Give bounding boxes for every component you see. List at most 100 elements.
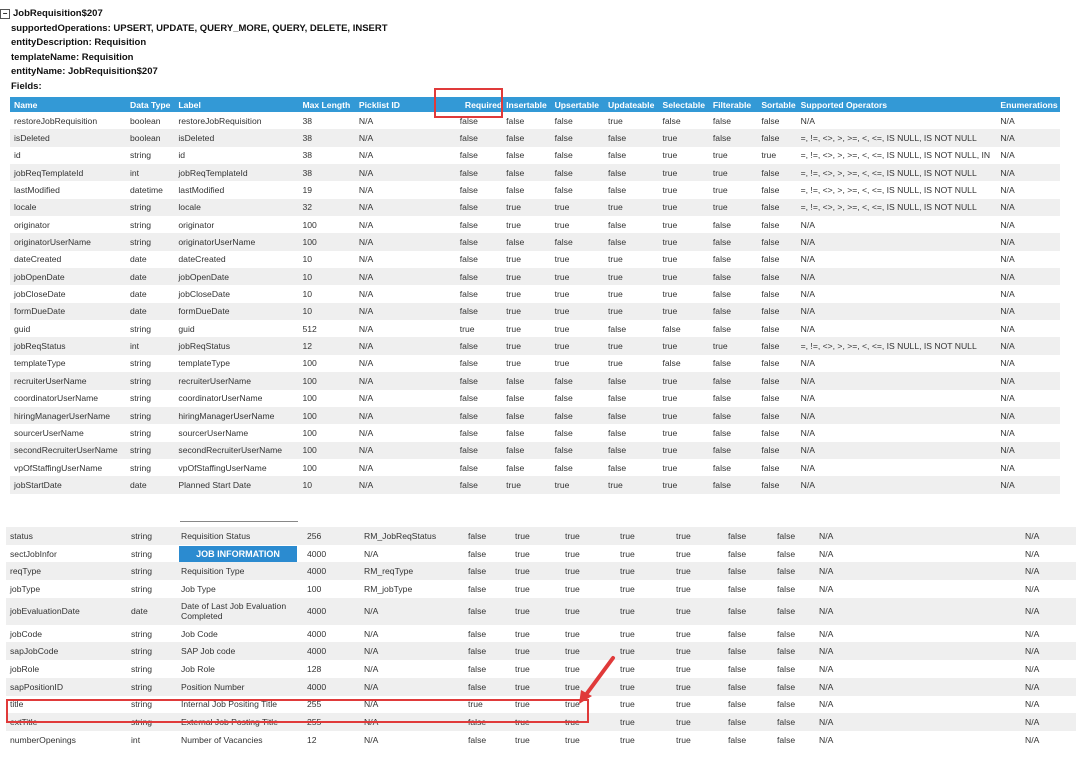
table-cell: N/A: [364, 628, 379, 639]
table-cell: true: [550, 302, 605, 321]
table-cell: true: [502, 302, 551, 321]
table-cell: false: [455, 129, 503, 147]
table-cell: false: [712, 254, 732, 265]
table-cell: false: [455, 268, 503, 286]
table-cell: true: [708, 337, 758, 355]
table-cell: true: [561, 597, 616, 625]
table-cell: false: [506, 462, 525, 473]
table-cell: N/A: [354, 441, 456, 459]
column-header[interactable]: Insertable: [502, 97, 551, 112]
table-cell: true: [712, 150, 728, 161]
table-cell: false: [712, 115, 732, 126]
table-cell: 10: [302, 254, 313, 265]
table-row: jobReqStatus int jobReqStatus 12 N/A false tru…: [10, 337, 1060, 355]
table-cell: N/A: [1021, 713, 1076, 731]
table-cell: true: [658, 268, 709, 286]
column-header[interactable]: Enumerations: [996, 97, 1060, 112]
column-header[interactable]: Supported Operators: [796, 97, 997, 112]
table-cell: N/A: [358, 323, 374, 334]
table-cell: N/A: [1000, 323, 1015, 334]
column-header[interactable]: Label: [174, 97, 299, 112]
table-cell: false: [468, 663, 487, 674]
column-header[interactable]: Name: [10, 97, 126, 112]
table-cell: true: [511, 597, 561, 625]
table-cell: true: [608, 289, 623, 300]
column-header[interactable]: Upsertable: [550, 97, 605, 112]
table-cell: false: [455, 164, 503, 182]
column-header[interactable]: Updateable: [604, 97, 659, 112]
table-cell: false: [554, 150, 573, 161]
table-cell: false: [550, 441, 605, 459]
table-cell: originatorUserName: [174, 233, 299, 251]
table-cell: false: [761, 115, 780, 126]
table-cell: recruiterUserName: [174, 372, 299, 390]
table-cell: false: [777, 663, 796, 674]
table-cell: reqType: [6, 562, 127, 581]
table-row: jobOpenDate date jobOpenDate 10 N/A false true…: [10, 268, 1060, 286]
table-row: id string id 38 N/A false false false false true t…: [10, 147, 1060, 164]
table-cell: N/A: [358, 462, 374, 473]
table-cell: true: [658, 476, 709, 494]
table-cell: N/A: [800, 323, 815, 334]
table-cell: N/A: [354, 198, 456, 217]
table-cell: jobCode: [10, 628, 43, 639]
table-row: jobRole string Job Role 128 N/A false true true…: [6, 660, 1076, 678]
table-cell: N/A: [996, 233, 1060, 251]
table-cell: N/A: [1000, 358, 1015, 369]
table-cell: false: [712, 289, 732, 300]
table-cell: N/A: [1021, 527, 1076, 545]
table-cell: 4000: [303, 642, 360, 661]
table-cell: false: [708, 129, 758, 147]
table-cell: N/A: [354, 337, 456, 355]
table-cell: false: [728, 548, 747, 559]
table-cell: false: [455, 337, 503, 355]
column-header[interactable]: Selectable: [658, 97, 709, 112]
table-cell: true: [554, 289, 570, 300]
table-cell: false: [773, 597, 815, 625]
table-cell: N/A: [815, 713, 1021, 731]
table-cell: 4000: [303, 597, 360, 625]
table-cell: true: [676, 663, 691, 674]
table-cell: true: [662, 219, 678, 230]
table-cell: dateCreated: [14, 254, 62, 265]
table-row: templateType string templateType 100 N/A fals…: [10, 355, 1060, 372]
table-cell: true: [565, 628, 580, 639]
table-cell: Date of Last Job Evaluation Completed: [177, 597, 303, 625]
table-cell: false: [502, 164, 551, 182]
collapse-toggle-icon[interactable]: −: [0, 9, 10, 20]
table-cell: N/A: [360, 677, 464, 696]
table-cell: 19: [302, 185, 313, 196]
column-header[interactable]: Data Type: [125, 97, 175, 112]
table-cell: 512: [302, 323, 317, 334]
table-cell: 256: [303, 527, 360, 545]
table-cell: N/A: [354, 233, 456, 251]
table-cell: N/A: [800, 254, 815, 265]
table-cell: false: [777, 699, 796, 710]
table-cell: true: [604, 198, 659, 217]
column-header[interactable]: Max Length: [298, 97, 355, 112]
table-cell: false: [757, 337, 797, 355]
table-cell: N/A: [800, 462, 815, 473]
table-cell: jobReqTemplateId: [174, 164, 299, 182]
table-cell: N/A: [358, 254, 374, 265]
table-cell: Job Code: [181, 628, 218, 639]
table-cell: string: [129, 427, 151, 438]
table-cell: 12: [298, 337, 355, 355]
table-cell: true: [672, 677, 724, 696]
table-cell: true: [672, 642, 724, 661]
column-header[interactable]: Filterable: [708, 97, 758, 112]
table-row: locale string locale 32 N/A false true true true…: [10, 198, 1060, 217]
table-cell: false: [550, 372, 605, 390]
table-row: originatorUserName string originatorUserNa…: [10, 233, 1060, 251]
table-cell: 10: [298, 302, 355, 321]
table-cell: N/A: [796, 372, 997, 390]
table-cell: false: [712, 427, 732, 438]
table-cell: false: [502, 372, 551, 390]
table-cell: 100: [302, 462, 317, 473]
table-cell: false: [455, 233, 503, 251]
table-cell: dateCreated: [178, 254, 226, 265]
table-cell: true: [616, 562, 672, 581]
column-header[interactable]: Sortable: [757, 97, 797, 112]
table-cell: N/A: [360, 597, 464, 625]
entity-name: entityName: JobRequisition$207: [11, 66, 158, 77]
